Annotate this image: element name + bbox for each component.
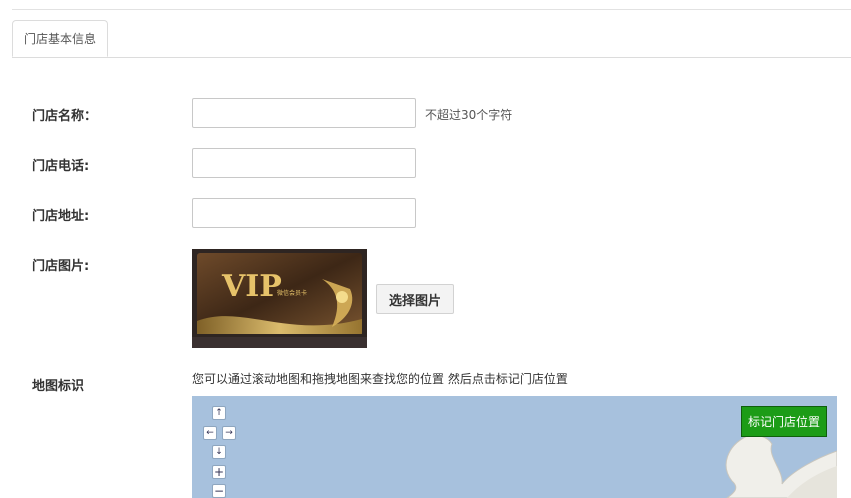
store-address-input[interactable] bbox=[192, 198, 416, 228]
map-marker-label: 地图标识 bbox=[32, 379, 85, 394]
select-image-button[interactable]: 选择图片 bbox=[376, 284, 454, 314]
pan-up-icon[interactable]: ↑ bbox=[212, 406, 226, 420]
pan-right-icon[interactable]: → bbox=[222, 426, 236, 440]
store-image-thumbnail: VIP 微信会员卡 bbox=[192, 249, 367, 348]
map-view[interactable]: ↑ ← → ↓ + − 标记门店位置 bbox=[192, 396, 837, 498]
top-divider bbox=[12, 9, 851, 10]
store-name-hint: 不超过30个字符 bbox=[425, 108, 513, 122]
map-instructions: 您可以通过滚动地图和拖拽地图来查找您的位置 然后点击标记门店位置 bbox=[192, 372, 568, 386]
vip-card-image: VIP 微信会员卡 bbox=[192, 249, 367, 348]
vip-card-title: VIP bbox=[221, 269, 282, 304]
store-phone-input[interactable] bbox=[192, 148, 416, 178]
zoom-in-icon[interactable]: + bbox=[212, 465, 226, 479]
zoom-out-icon[interactable]: − bbox=[212, 484, 226, 498]
store-address-label: 门店地址: bbox=[32, 209, 90, 224]
vip-card-subtitle: 微信会员卡 bbox=[277, 289, 307, 297]
store-phone-label: 门店电话: bbox=[32, 159, 90, 174]
mark-store-location-button[interactable]: 标记门店位置 bbox=[741, 406, 827, 437]
pan-left-icon[interactable]: ← bbox=[203, 426, 217, 440]
store-image-label: 门店图片: bbox=[32, 259, 90, 274]
store-name-label: 门店名称： bbox=[32, 109, 98, 124]
tab-store-basic-info[interactable]: 门店基本信息 bbox=[12, 20, 108, 57]
store-name-input[interactable] bbox=[192, 98, 416, 128]
pan-down-icon[interactable]: ↓ bbox=[212, 445, 226, 459]
tabs-underline bbox=[12, 57, 851, 58]
